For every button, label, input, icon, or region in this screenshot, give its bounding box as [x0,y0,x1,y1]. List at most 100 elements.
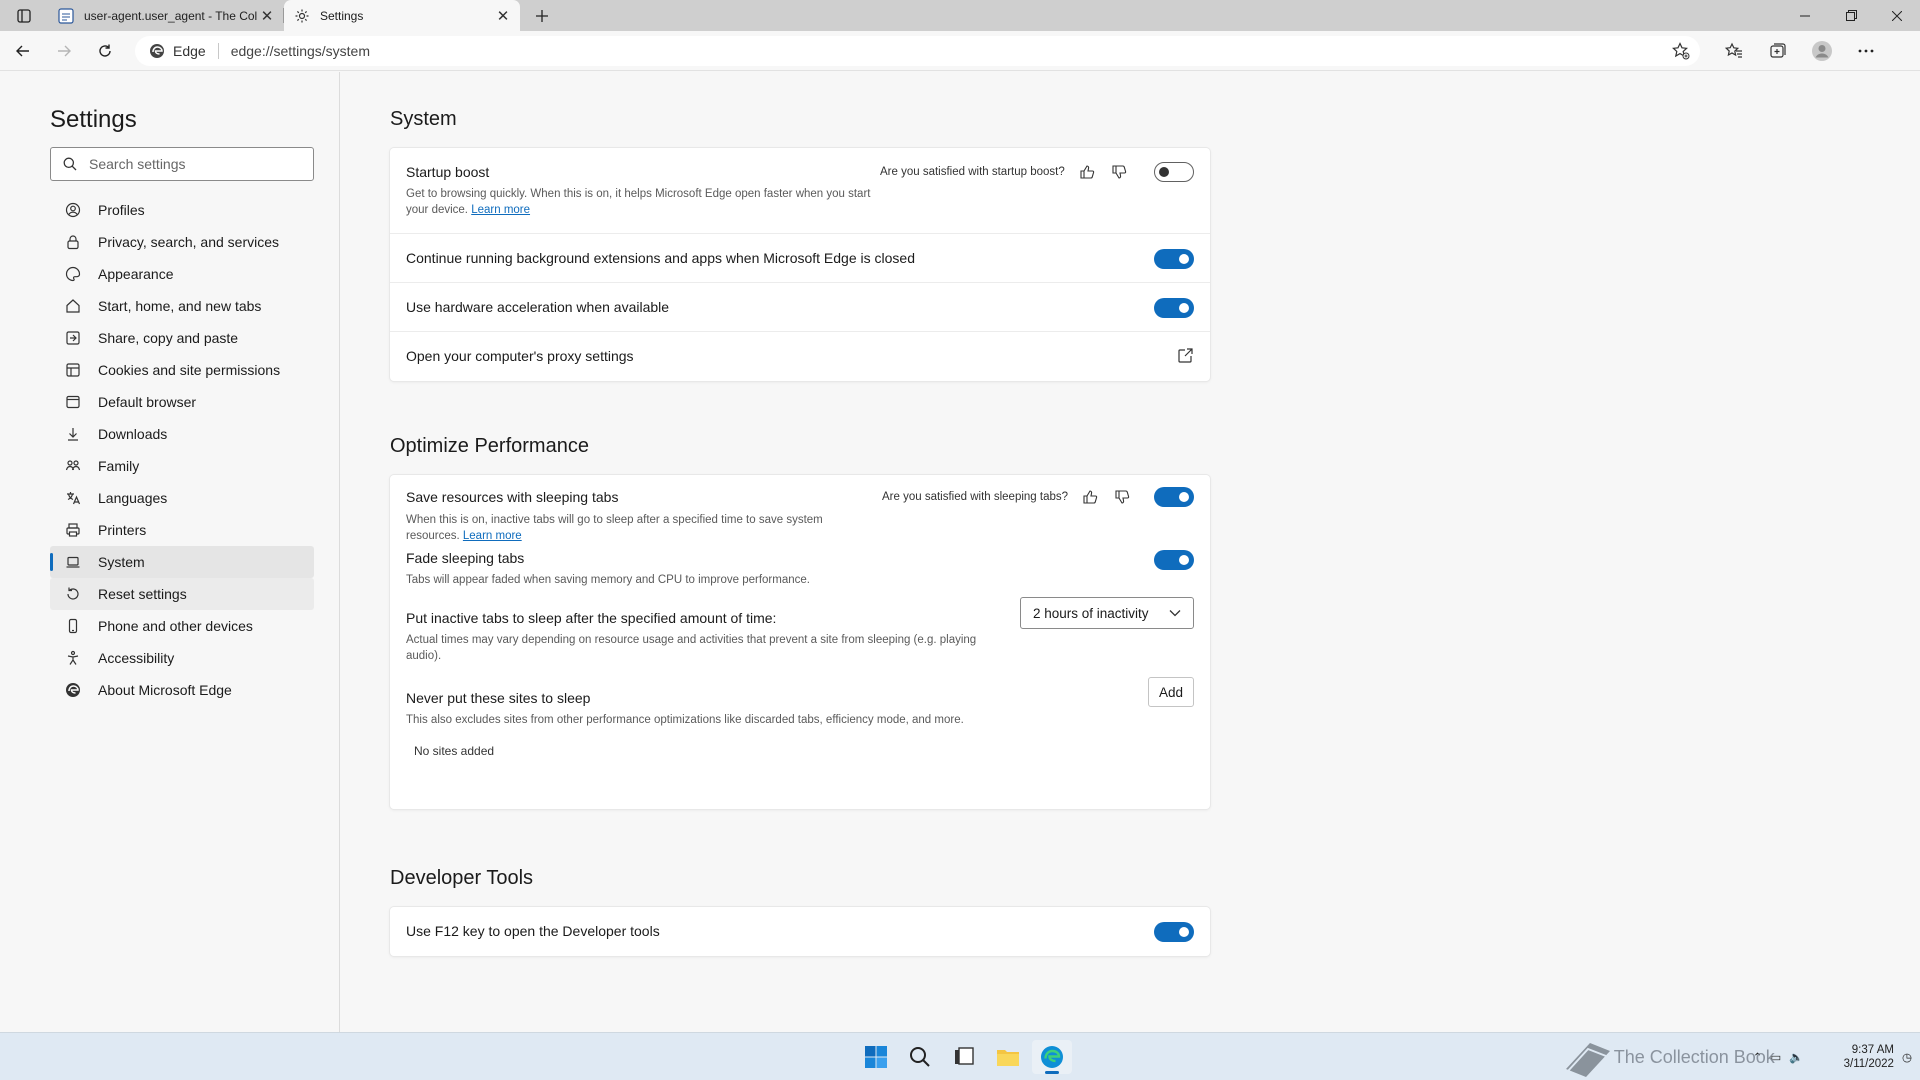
tab-actions-button[interactable] [0,0,48,31]
clock[interactable]: 9:37 AM 3/11/2022 [1844,1043,1894,1071]
address-url[interactable]: edge://settings/system [231,43,1666,59]
accessibility-icon [64,649,82,667]
sleeping-tabs-toggle[interactable] [1154,487,1194,507]
sidebar-item-privacy[interactable]: Privacy, search, and services [50,226,314,258]
minimize-icon [1800,15,1810,16]
browser-icon [64,393,82,411]
tab-title: user-agent.user_agent - The Coll [84,8,258,23]
tab-user-agent[interactable]: user-agent.user_agent - The Coll ✕ [48,0,284,31]
collections-button[interactable] [1760,35,1796,67]
system-card: Startup boost Get to browsing quickly. W… [390,148,1210,381]
hardware-acceleration-toggle[interactable] [1154,298,1194,318]
minimize-button[interactable] [1782,0,1828,31]
search-settings-box[interactable] [50,147,314,181]
address-separator [217,42,219,59]
sidebar-item-label: Start, home, and new tabs [98,298,262,314]
sidebar-item-appearance[interactable]: Appearance [50,258,314,290]
avatar-icon [1812,40,1832,61]
lock-icon [64,233,82,251]
inactive-sleep-title: Put inactive tabs to sleep after the spe… [406,610,777,626]
sidebar-item-reset[interactable]: Reset settings [50,578,314,610]
printer-icon [64,521,82,539]
sidebar-item-default-browser[interactable]: Default browser [50,386,314,418]
favorites-button[interactable] [1716,35,1752,67]
document-favicon-icon [58,7,74,24]
sleep-timeout-dropdown[interactable]: 2 hours of inactivity [1020,597,1194,629]
sidebar-item-accessibility[interactable]: Accessibility [50,642,314,674]
sidebar-item-label: Default browser [98,394,197,410]
developer-card: Use F12 key to open the Developer tools [390,907,1210,956]
fade-tabs-title: Fade sleeping tabs [406,550,525,566]
proxy-settings-row[interactable]: Open your computer's proxy settings [390,332,1210,381]
sidebar-item-cookies[interactable]: Cookies and site permissions [50,354,314,386]
sidebar-item-languages[interactable]: Languages [50,482,314,514]
sidebar-item-label: Family [98,458,140,474]
new-tab-button[interactable] [524,0,560,31]
sidebar-item-label: Languages [98,490,168,506]
sleep-timeout-value: 2 hours of inactivity [1033,605,1149,621]
share-icon [64,329,82,347]
search-input[interactable] [89,156,289,172]
sidebar-item-label: System [98,554,145,570]
feedback-question: Are you satisfied with sleeping tabs? [882,491,1069,503]
restore-button[interactable] [1828,0,1874,31]
sidebar-item-about[interactable]: About Microsoft Edge [50,674,314,706]
notification-icon[interactable]: ◷ [1902,1050,1912,1064]
close-tab-icon[interactable]: ✕ [258,7,276,25]
refresh-button[interactable] [87,35,123,67]
performance-card: Save resources with sleeping tabs When t… [390,475,1210,809]
taskbar-search-button[interactable] [900,1040,940,1074]
background-extensions-toggle[interactable] [1154,249,1194,269]
sidebar-item-start-home[interactable]: Start, home, and new tabs [50,290,314,322]
tab-strip: user-agent.user_agent - The Coll ✕ Setti… [0,0,1920,31]
proxy-settings-title: Open your computer's proxy settings [406,348,634,364]
add-favorite-button[interactable] [1666,41,1696,60]
never-sleep-row: Never put these sites to sleep This also… [390,677,1210,800]
sidebar-item-printers[interactable]: Printers [50,514,314,546]
sidebar-item-phone[interactable]: Phone and other devices [50,610,314,642]
thumbs-up-icon[interactable] [1077,162,1097,182]
profile-button[interactable] [1804,35,1840,67]
f12-toggle[interactable] [1154,922,1194,942]
learn-more-link[interactable]: Learn more [463,530,522,542]
thumbs-down-icon[interactable] [1112,487,1132,507]
forward-button[interactable] [46,35,82,67]
family-icon [64,457,82,475]
add-site-button[interactable]: Add [1148,677,1194,707]
hardware-acceleration-title: Use hardware acceleration when available [406,299,670,315]
sidebar-item-family[interactable]: Family [50,450,314,482]
tab-title: Settings [320,8,364,23]
start-button[interactable] [856,1040,896,1074]
learn-more-link[interactable]: Learn more [471,204,530,216]
thumbs-down-icon[interactable] [1109,162,1129,182]
thumbs-up-icon[interactable] [1080,487,1100,507]
close-tab-icon[interactable]: ✕ [494,7,512,25]
fade-tabs-toggle[interactable] [1154,550,1194,570]
sleeping-tabs-desc: When this is on, inactive tabs will go t… [406,512,866,544]
close-window-button[interactable] [1874,0,1920,31]
sidebar-item-profiles[interactable]: Profiles [50,194,314,226]
sidebar-item-label: Cookies and site permissions [98,362,281,378]
sidebar-item-system[interactable]: System [50,546,314,578]
edge-taskbar-button[interactable] [1032,1040,1072,1074]
restore-icon [1845,10,1857,21]
startup-boost-toggle[interactable] [1154,162,1194,182]
edge-chip-label: Edge [173,42,206,59]
back-button[interactable] [5,35,41,67]
task-view-button[interactable] [944,1040,984,1074]
tab-settings[interactable]: Settings ✕ [284,0,520,31]
clock-time: 9:37 AM [1851,1044,1894,1056]
file-explorer-button[interactable] [988,1040,1028,1074]
startup-boost-row: Startup boost Get to browsing quickly. W… [390,148,1210,234]
sidebar-item-share[interactable]: Share, copy and paste [50,322,314,354]
more-menu-button[interactable] [1848,35,1884,67]
external-link-icon[interactable] [1176,347,1194,365]
sidebar-item-downloads[interactable]: Downloads [50,418,314,450]
windows-logo-icon [865,1046,887,1068]
sidebar-item-label: About Microsoft Edge [98,682,232,698]
address-bar[interactable]: Edge edge://settings/system [135,35,1700,66]
edge-site-chip[interactable]: Edge [149,43,206,59]
edge-logo-icon [150,43,164,58]
volume-icon[interactable]: 🔈 [1789,1050,1803,1064]
sidebar-item-label: Accessibility [98,650,175,666]
